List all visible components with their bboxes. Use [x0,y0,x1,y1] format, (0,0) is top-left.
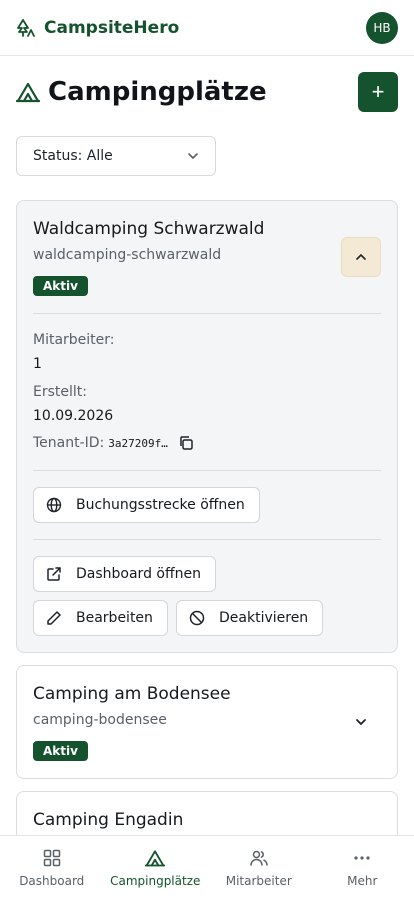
open-booking-flow-label: Buchungsstrecke öffnen [76,497,245,513]
page-title: Campingplätze [48,77,267,107]
edit-label: Bearbeiten [76,610,153,626]
campsite-card: Waldcamping Schwarzwald waldcamping-schw… [16,200,398,653]
tent-icon [16,82,40,103]
campsite-logo-icon [17,18,35,37]
bottom-navigation: Dashboard Campingplätze Mitarbeiter Mehr [0,835,414,900]
divider [33,313,381,314]
tent-icon [145,850,166,867]
status-badge: Aktiv [33,276,88,296]
staff-value: 1 [33,356,42,372]
nav-label: Mitarbeiter [225,874,292,888]
ban-icon [189,610,205,626]
chevron-down-icon [188,153,198,160]
status-badge: Aktiv [33,741,88,761]
users-icon [250,850,268,866]
user-avatar[interactable]: HB [366,12,398,44]
dashboard-icon [43,849,60,867]
copy-icon[interactable] [178,435,194,451]
more-icon [354,856,370,860]
collapse-button[interactable] [341,237,381,277]
expand-button[interactable] [341,702,381,742]
open-booking-flow-button[interactable]: Buchungsstrecke öffnen [33,487,260,523]
divider [33,539,381,540]
nav-label: Mehr [347,874,378,888]
nav-item-more[interactable]: Mehr [311,836,414,900]
staff-label: Mitarbeiter: [33,332,115,348]
tenant-id-row: Tenant-ID: 3a27209f… [33,435,194,451]
deactivate-button[interactable]: Deaktivieren [176,600,323,636]
pencil-icon [47,611,61,625]
nav-item-dashboard[interactable]: Dashboard [0,836,104,900]
brand[interactable]: CampsiteHero [16,18,179,38]
external-link-icon [47,567,61,581]
campsite-slug: camping-bodensee [33,712,167,728]
page-header: Campingplätze + [16,72,398,112]
app-name: CampsiteHero [44,17,180,38]
open-dashboard-button[interactable]: Dashboard öffnen [33,556,216,592]
globe-icon [46,497,62,513]
campsite-card: Camping am Bodensee camping-bodensee Akt… [16,665,398,779]
nav-label: Campingplätze [110,874,201,888]
campsite-name: Camping Engadin [33,810,184,830]
add-campsite-button[interactable]: + [358,72,398,112]
campsite-name: Camping am Bodensee [33,684,231,704]
nav-label: Dashboard [19,874,85,888]
created-label: Erstellt: [33,384,87,400]
tenant-id-label: Tenant-ID: [33,435,105,451]
edit-button[interactable]: Bearbeiten [33,600,168,636]
top-app-bar: CampsiteHero HB [0,0,414,56]
nav-item-staff[interactable]: Mitarbeiter [207,836,311,900]
campsite-name: Waldcamping Schwarzwald [33,219,265,239]
tenant-id-value: 3a27209f… [108,436,168,450]
campsite-slug: waldcamping-schwarzwald [33,247,222,263]
created-value: 10.09.2026 [33,408,114,424]
open-dashboard-label: Dashboard öffnen [76,566,201,582]
divider [33,470,381,471]
deactivate-label: Deaktivieren [219,610,309,626]
chevron-up-icon [356,253,366,260]
chevron-down-icon [356,719,366,726]
status-filter-select[interactable]: Status: Alle [16,136,216,176]
status-filter-label: Status: Alle [33,148,113,164]
nav-item-campsites[interactable]: Campingplätze [104,836,208,900]
